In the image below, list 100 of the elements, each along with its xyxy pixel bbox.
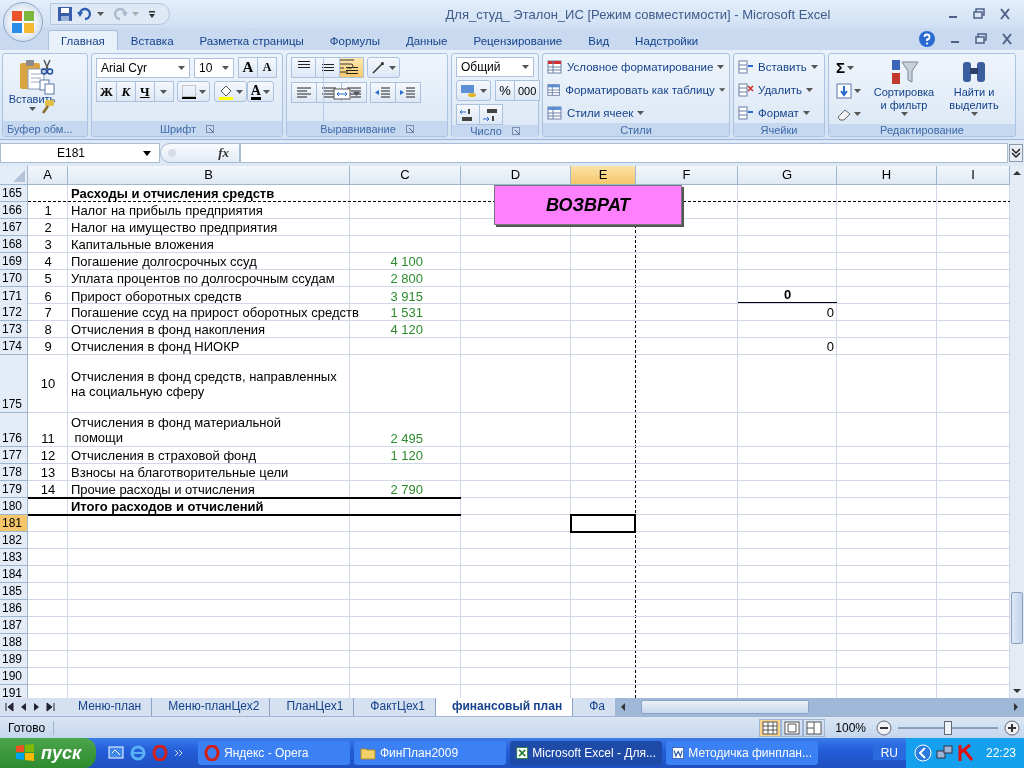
- row-header[interactable]: 190: [0, 668, 28, 685]
- zoom-in-icon[interactable]: [1004, 719, 1020, 736]
- row-header[interactable]: 179: [0, 481, 28, 498]
- scissors-icon[interactable]: [39, 59, 55, 75]
- undo-icon[interactable]: [77, 6, 93, 22]
- column-header[interactable]: G: [738, 166, 837, 185]
- thousands-button[interactable]: 000: [514, 80, 541, 101]
- zoom-out-icon[interactable]: [876, 719, 892, 736]
- row-header[interactable]: 177: [0, 447, 28, 464]
- desktop-icon[interactable]: [108, 745, 124, 761]
- bold-button[interactable]: Ж: [96, 81, 117, 102]
- increase-decimal-icon[interactable]: [456, 104, 480, 125]
- row-header[interactable]: 185: [0, 583, 28, 600]
- decrease-decimal-icon[interactable]: [479, 104, 503, 125]
- row-header[interactable]: 172: [0, 304, 28, 321]
- shrink-font-button[interactable]: A: [257, 57, 277, 78]
- start-button[interactable]: пуск: [0, 738, 96, 768]
- taskbar-button[interactable]: Яндекс - Opera: [198, 741, 350, 765]
- ribbon-tab[interactable]: Формулы: [316, 30, 393, 50]
- grow-font-button[interactable]: A: [238, 57, 258, 78]
- cells-menu-button[interactable]: Формат: [738, 103, 820, 123]
- underline-button[interactable]: Ч: [134, 81, 155, 102]
- row-header[interactable]: 182: [0, 532, 28, 549]
- row-header[interactable]: 191: [0, 685, 28, 698]
- caret-icon[interactable]: [97, 12, 104, 16]
- find-select-button[interactable]: Найти и выделить: [941, 57, 1007, 124]
- view-button[interactable]: [781, 718, 804, 737]
- row-header[interactable]: 166: [0, 202, 28, 219]
- increase-indent-icon[interactable]: [395, 82, 421, 103]
- dropdown-button[interactable]: [153, 81, 174, 102]
- row-header[interactable]: 183: [0, 549, 28, 566]
- row-header[interactable]: 167: [0, 219, 28, 236]
- row-header[interactable]: 168: [0, 236, 28, 253]
- help-icon[interactable]: [918, 30, 936, 48]
- row-header[interactable]: 169: [0, 253, 28, 270]
- fill-color-button[interactable]: [213, 81, 247, 102]
- cells-menu-button[interactable]: Удалить: [738, 80, 820, 100]
- name-box[interactable]: E181: [0, 143, 160, 163]
- styles-menu-button[interactable]: Условное форматирование: [547, 57, 725, 77]
- first-sheet-icon[interactable]: [4, 702, 14, 712]
- row-header[interactable]: 184: [0, 566, 28, 583]
- styles-menu-button[interactable]: Форматировать как таблицу: [547, 80, 725, 100]
- column-header[interactable]: E: [571, 166, 636, 185]
- formula-input-field[interactable]: [240, 143, 1008, 163]
- ribbon-tab[interactable]: Главная: [48, 30, 118, 50]
- row-header[interactable]: 165: [0, 185, 28, 202]
- ribbon-tab[interactable]: Надстройки: [622, 30, 712, 50]
- ribbon-tab[interactable]: Разметка страницы: [186, 30, 317, 50]
- ribbon-tab[interactable]: Вставка: [117, 30, 187, 50]
- italic-button[interactable]: К: [115, 81, 136, 102]
- row-header[interactable]: 181: [0, 515, 28, 532]
- ribbon-tab[interactable]: Вид: [575, 30, 623, 50]
- scroll-thumb[interactable]: [1011, 592, 1023, 644]
- browser-icon[interactable]: [130, 745, 146, 761]
- orientation-button[interactable]: [367, 57, 400, 78]
- row-header[interactable]: 170: [0, 270, 28, 287]
- close-icon[interactable]: [1000, 33, 1014, 45]
- network-icon[interactable]: [935, 744, 954, 762]
- restore-icon[interactable]: [974, 33, 988, 45]
- dialog-launcher-icon[interactable]: [206, 124, 215, 133]
- borders-button[interactable]: [176, 81, 210, 102]
- column-header[interactable]: B: [68, 166, 350, 185]
- styles-menu-button[interactable]: Стили ячеек: [547, 103, 725, 123]
- taskbar-button[interactable]: Microsoft Excel - Для...: [510, 741, 662, 765]
- taskbar-button[interactable]: ФинПлан2009: [354, 741, 506, 765]
- row-header[interactable]: 176: [0, 413, 28, 447]
- slider-thumb[interactable]: [944, 720, 952, 735]
- customize-icon[interactable]: [147, 9, 157, 19]
- expand-icon[interactable]: [1009, 144, 1023, 162]
- column-header[interactable]: C: [350, 166, 461, 185]
- row-header[interactable]: 189: [0, 651, 28, 668]
- vertical-align-button[interactable]: [291, 57, 316, 78]
- percent-button[interactable]: %: [495, 80, 515, 101]
- row-header[interactable]: 187: [0, 617, 28, 634]
- view-button[interactable]: [803, 718, 826, 737]
- ribbon-tab[interactable]: Рецензирование: [460, 30, 576, 50]
- chevron-icon[interactable]: [174, 748, 184, 758]
- font-name-field[interactable]: Arial Cyr: [96, 57, 190, 78]
- row-header[interactable]: 175: [0, 355, 28, 413]
- ribbon-tab[interactable]: Данные: [392, 30, 461, 50]
- office-button[interactable]: [3, 2, 43, 42]
- cells-menu-button[interactable]: Вставить: [738, 57, 820, 77]
- scroll-thumb[interactable]: [641, 700, 809, 714]
- font-color-button[interactable]: A: [246, 81, 274, 102]
- restore-icon[interactable]: [972, 8, 986, 20]
- row-header[interactable]: 186: [0, 600, 28, 617]
- language-indicator[interactable]: RU: [872, 746, 906, 760]
- row-header[interactable]: 188: [0, 634, 28, 651]
- column-header[interactable]: F: [636, 166, 738, 185]
- view-button[interactable]: [759, 718, 782, 737]
- column-header[interactable]: I: [937, 166, 1010, 185]
- row-header[interactable]: 178: [0, 464, 28, 481]
- dialog-launcher-icon[interactable]: [511, 127, 520, 135]
- wrap-text-icon[interactable]: [337, 57, 356, 75]
- sort-filter-button[interactable]: Сортировка и фильтр: [871, 57, 937, 124]
- row-header[interactable]: 171: [0, 287, 28, 305]
- column-header[interactable]: A: [28, 166, 68, 185]
- row-header[interactable]: 174: [0, 338, 28, 355]
- active-cell[interactable]: [570, 514, 636, 533]
- number-format-field[interactable]: Общий: [456, 57, 534, 77]
